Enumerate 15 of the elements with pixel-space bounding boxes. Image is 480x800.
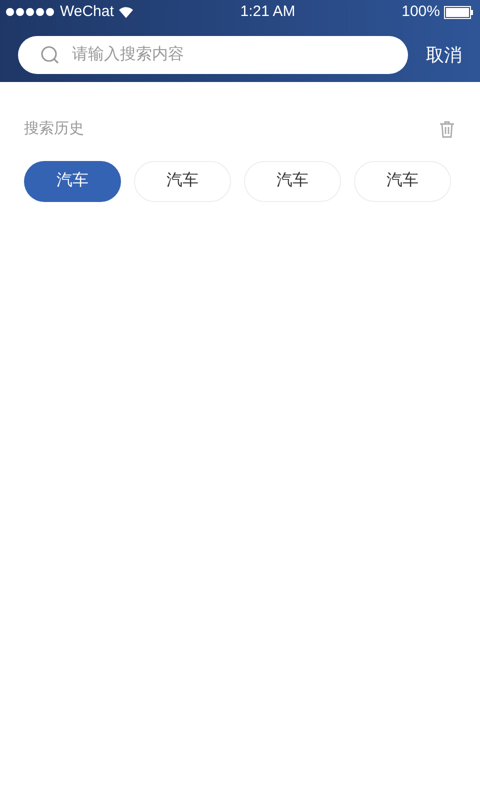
history-tag[interactable]: 汽车	[134, 160, 231, 202]
signal-icon	[6, 8, 56, 16]
wifi-icon	[118, 6, 134, 18]
clock-time: 1:21 AM	[240, 2, 296, 22]
battery-icon	[444, 6, 474, 18]
history-title: 搜索历史	[24, 119, 84, 139]
history-tag[interactable]: 汽车	[244, 160, 341, 202]
battery-percent: 100%	[402, 2, 440, 22]
trash-icon[interactable]	[438, 120, 456, 138]
history-tag[interactable]: 汽车	[354, 160, 451, 202]
history-tag[interactable]: 汽车	[24, 160, 121, 202]
search-icon	[40, 45, 60, 65]
cancel-button[interactable]: 取消	[426, 42, 462, 68]
search-field[interactable]: 请输入搜索内容	[18, 36, 408, 74]
carrier-name: WeChat	[60, 2, 114, 22]
